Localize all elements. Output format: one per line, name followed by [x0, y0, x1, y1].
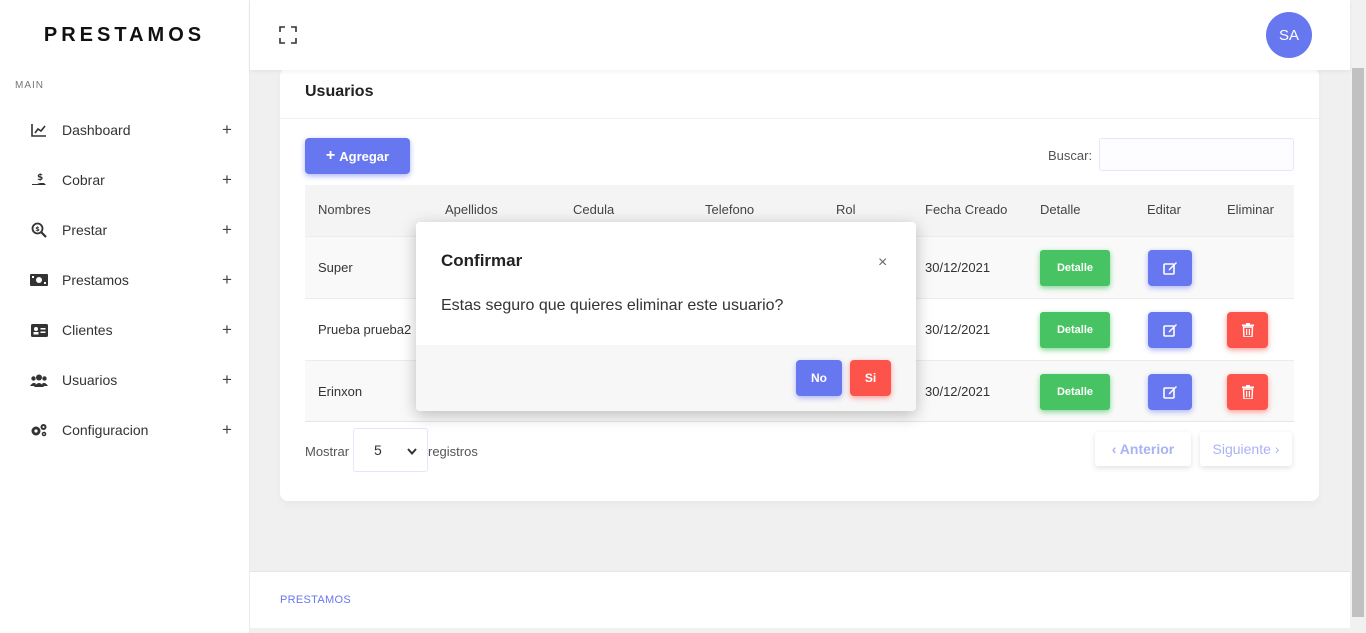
records-label: registros [428, 444, 478, 459]
page-size-value: 5 [374, 442, 382, 458]
sidebar-item-clientes[interactable]: Clientes + [0, 305, 249, 355]
add-user-button[interactable]: + Agregar [305, 138, 410, 174]
detalle-button[interactable]: Detalle [1040, 312, 1110, 348]
chevron-left-icon: ‹ [1111, 441, 1117, 457]
brand-logo[interactable]: PRESTAMOS [0, 0, 249, 70]
close-icon[interactable]: × [878, 254, 887, 272]
sidebar-item-usuarios[interactable]: Usuarios + [0, 355, 249, 405]
page-size-select[interactable]: 5 [353, 428, 428, 472]
column-header-fecha-creado[interactable]: Fecha Creado [925, 202, 1007, 217]
sidebar-item-label: Cobrar [62, 172, 105, 188]
show-label: Mostrar [305, 444, 350, 459]
fullscreen-icon[interactable] [279, 26, 297, 44]
expand-plus-icon[interactable]: + [221, 370, 233, 390]
cancel-button[interactable]: No [796, 360, 842, 396]
user-avatar[interactable]: SA [1266, 12, 1312, 58]
page-title: Usuarios [305, 83, 374, 100]
previous-page-button[interactable]: ‹ Anterior [1095, 432, 1191, 466]
cell-nombres: Prueba prueba2 [318, 322, 412, 337]
footer-brand[interactable]: PRESTAMOS [280, 594, 351, 606]
sidebar-item-label: Dashboard [62, 122, 131, 138]
column-header-cedula[interactable]: Cedula [573, 202, 614, 217]
expand-plus-icon[interactable]: + [221, 420, 233, 440]
confirm-button[interactable]: Si [850, 360, 891, 396]
modal-footer: No Si [416, 345, 916, 411]
next-label: Siguiente [1212, 441, 1271, 457]
expand-plus-icon[interactable]: + [221, 320, 233, 340]
sidebar-item-label: Prestamos [62, 272, 129, 288]
edit-icon [1162, 386, 1177, 399]
cogs-icon [30, 422, 48, 438]
column-header-detalle[interactable]: Detalle [1040, 202, 1080, 217]
search-label: Buscar: [1048, 148, 1093, 163]
edit-icon [1162, 262, 1177, 275]
edit-button[interactable] [1148, 374, 1192, 410]
column-header-editar[interactable]: Editar [1147, 202, 1181, 217]
hand-dollar-icon: $ [30, 172, 48, 188]
trash-icon [1241, 385, 1254, 399]
chevron-down-icon [407, 442, 417, 458]
table-divider [305, 421, 1294, 422]
cell-fecha: 30/12/2021 [925, 260, 991, 275]
add-button-label: Agregar [339, 148, 390, 164]
column-header-telefono[interactable]: Telefono [705, 202, 754, 217]
expand-plus-icon[interactable]: + [221, 220, 233, 240]
topbar: SA [250, 0, 1350, 70]
detalle-button[interactable]: Detalle [1040, 250, 1110, 286]
sidebar-item-label: Usuarios [62, 372, 118, 388]
id-card-icon [30, 322, 48, 338]
scrollbar-thumb[interactable] [1352, 68, 1364, 617]
sidebar-item-label: Prestar [62, 222, 108, 238]
confirm-delete-modal: Confirmar × Estas seguro que quieres eli… [416, 222, 916, 411]
cell-fecha: 30/12/2021 [925, 384, 991, 399]
sidebar-item-label: Clientes [62, 322, 113, 338]
chart-line-icon [30, 122, 48, 138]
card-divider [280, 118, 1319, 119]
delete-button[interactable] [1227, 374, 1268, 410]
users-icon [30, 372, 48, 388]
search-input[interactable] [1099, 138, 1294, 171]
column-header-eliminar[interactable]: Eliminar [1227, 202, 1274, 217]
column-header-nombres[interactable]: Nombres [318, 202, 371, 217]
sidebar-item-configuracion[interactable]: Configuracion + [0, 405, 249, 455]
column-header-apellidos[interactable]: Apellidos [445, 202, 498, 217]
detalle-button[interactable]: Detalle [1040, 374, 1110, 410]
sidebar-section-label: MAIN [15, 80, 44, 91]
trash-icon [1241, 323, 1254, 337]
modal-title: Confirmar [441, 251, 523, 270]
page-scrollbar[interactable] [1350, 0, 1366, 633]
edit-button[interactable] [1148, 312, 1192, 348]
next-page-button[interactable]: Siguiente › [1200, 432, 1292, 466]
column-header-rol[interactable]: Rol [836, 202, 856, 217]
money-bill-icon [30, 272, 48, 288]
chevron-right-icon: › [1274, 441, 1280, 457]
search-dollar-icon: $ [30, 222, 48, 238]
cell-fecha: 30/12/2021 [925, 322, 991, 337]
delete-button[interactable] [1227, 312, 1268, 348]
sidebar-item-dashboard[interactable]: Dashboard + [0, 105, 249, 155]
sidebar-nav: Dashboard + $ Cobrar + $ Prestar + Prest… [0, 91, 249, 455]
svg-text:$: $ [35, 225, 40, 233]
cell-nombres: Erinxon [318, 384, 363, 399]
expand-plus-icon[interactable]: + [221, 270, 233, 290]
sidebar-item-prestamos[interactable]: Prestamos + [0, 255, 249, 305]
edit-button[interactable] [1148, 250, 1192, 286]
sidebar-item-label: Configuracion [62, 422, 149, 438]
previous-label: Anterior [1119, 441, 1175, 457]
modal-message: Estas seguro que quieres eliminar este u… [441, 297, 784, 314]
sidebar-item-cobrar[interactable]: $ Cobrar + [0, 155, 249, 205]
cell-nombres: Super [318, 260, 353, 275]
sidebar-item-prestar[interactable]: $ Prestar + [0, 205, 249, 255]
svg-text:$: $ [37, 173, 43, 183]
footer: PRESTAMOS [250, 571, 1350, 628]
expand-plus-icon[interactable]: + [221, 120, 233, 140]
edit-icon [1162, 324, 1177, 337]
plus-icon: + [325, 147, 336, 164]
expand-plus-icon[interactable]: + [221, 170, 233, 190]
sidebar: PRESTAMOS MAIN Dashboard + $ Cobrar + $ … [0, 0, 250, 633]
